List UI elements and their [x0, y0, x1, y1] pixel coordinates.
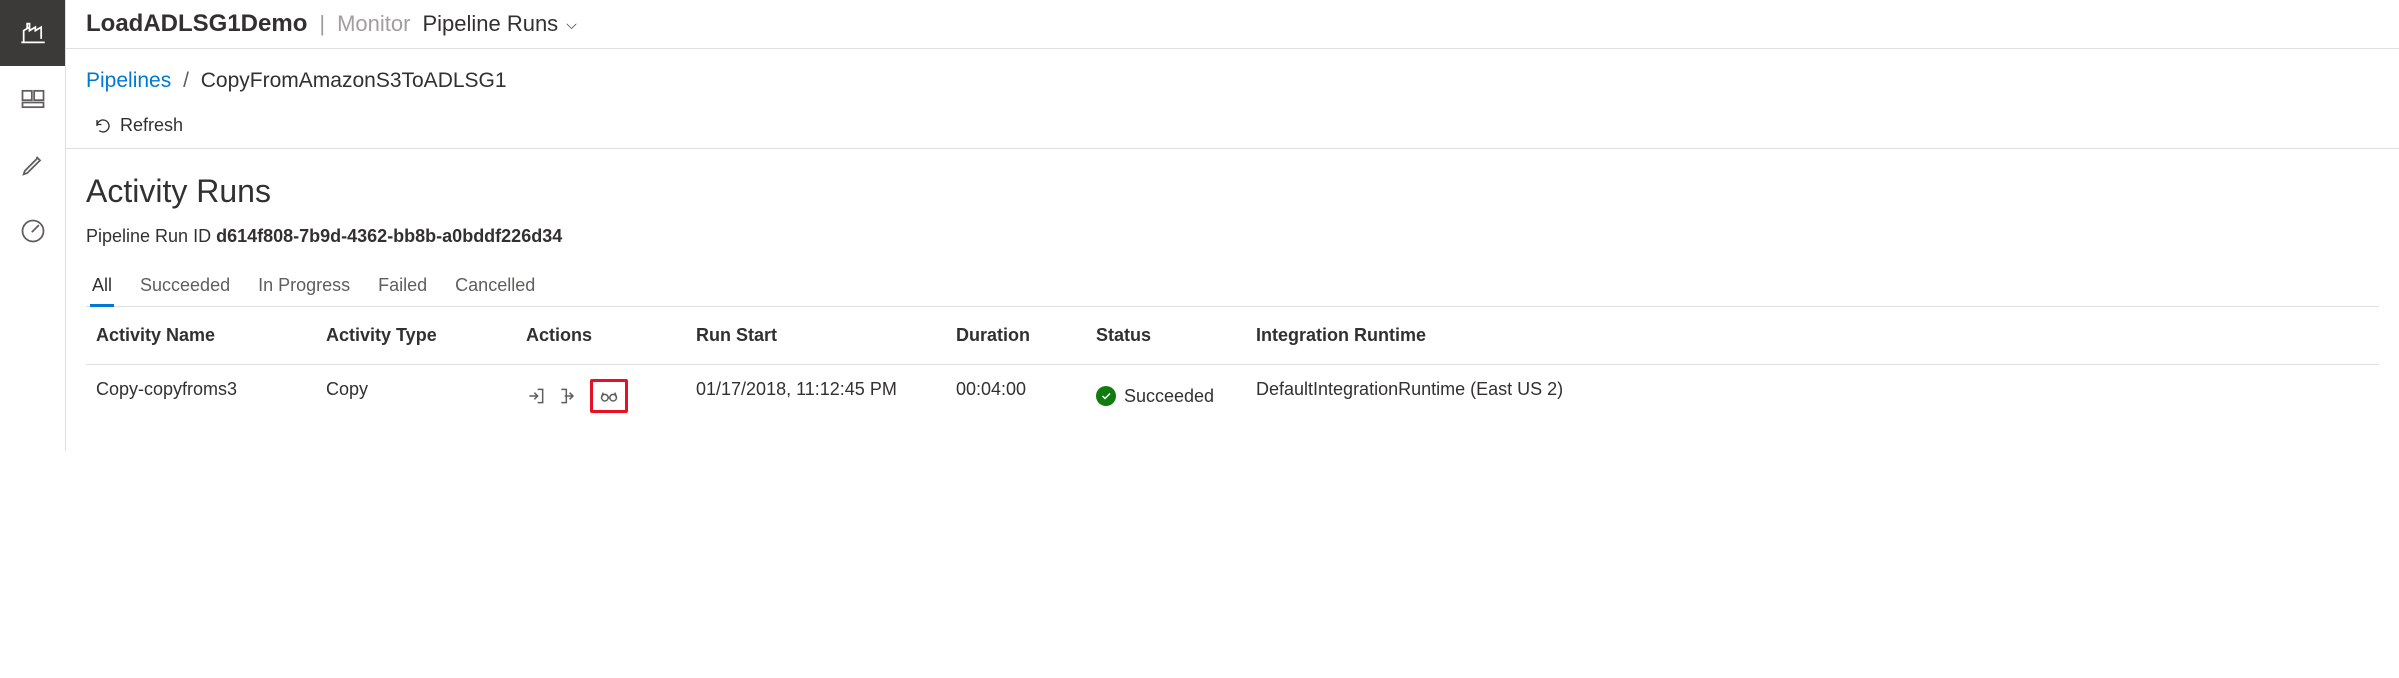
sidebar	[0, 0, 66, 451]
sidebar-item-overview[interactable]	[0, 66, 65, 132]
cell-actions	[526, 379, 696, 413]
pencil-icon	[19, 151, 47, 179]
cell-run-start: 01/17/2018, 11:12:45 PM	[696, 379, 956, 413]
main-content: LoadADLSG1Demo | Monitor Pipeline Runs ⌵…	[66, 0, 2399, 451]
table-header-row: Activity Name Activity Type Actions Run …	[86, 307, 2379, 365]
table-row: Copy-copyfroms3 Copy	[86, 365, 2379, 427]
col-header-activity-type: Activity Type	[326, 325, 526, 346]
refresh-label: Refresh	[120, 115, 183, 136]
sidebar-item-author[interactable]	[0, 132, 65, 198]
check-icon	[1100, 390, 1112, 402]
action-input-icon[interactable]	[526, 386, 546, 406]
sidebar-item-factory[interactable]	[0, 0, 65, 66]
filter-tabs: All Succeeded In Progress Failed Cancell…	[86, 267, 2379, 307]
cell-status: Succeeded	[1096, 379, 1256, 413]
run-id-label: Pipeline Run ID	[86, 226, 211, 246]
cell-activity-type: Copy	[326, 379, 526, 413]
col-header-activity-name: Activity Name	[96, 325, 326, 346]
filter-tab-inprogress[interactable]: In Progress	[256, 267, 352, 307]
col-header-duration: Duration	[956, 325, 1096, 346]
arrow-out-icon	[558, 386, 578, 406]
view-dropdown[interactable]: Pipeline Runs ⌵	[422, 11, 576, 37]
status-success-icon	[1096, 386, 1116, 406]
sidebar-item-monitor[interactable]	[0, 198, 65, 264]
filter-tab-all[interactable]: All	[90, 267, 114, 307]
chevron-down-icon: ⌵	[566, 16, 577, 33]
arrow-in-icon	[526, 386, 546, 406]
col-header-actions: Actions	[526, 325, 696, 346]
filter-tab-failed[interactable]: Failed	[376, 267, 429, 307]
page-header: LoadADLSG1Demo | Monitor Pipeline Runs ⌵	[66, 0, 2399, 49]
cell-integration-runtime: DefaultIntegrationRuntime (East US 2)	[1256, 379, 2369, 413]
run-id-line: Pipeline Run ID d614f808-7b9d-4362-bb8b-…	[86, 226, 2379, 247]
resource-title: LoadADLSG1Demo	[86, 10, 307, 38]
refresh-icon	[94, 117, 112, 135]
refresh-button[interactable]: Refresh	[94, 115, 183, 136]
filter-tab-cancelled[interactable]: Cancelled	[453, 267, 537, 307]
breadcrumb-current: CopyFromAmazonS3ToADLSG1	[201, 69, 507, 92]
content-area: Activity Runs Pipeline Run ID d614f808-7…	[66, 149, 2399, 451]
breadcrumb-separator: /	[183, 69, 189, 92]
action-output-icon[interactable]	[558, 386, 578, 406]
overview-icon	[19, 85, 47, 113]
page-title: Activity Runs	[86, 173, 2379, 210]
cell-activity-name: Copy-copyfroms3	[96, 379, 326, 413]
gauge-icon	[19, 217, 47, 245]
filter-tab-succeeded[interactable]: Succeeded	[138, 267, 232, 307]
col-header-status: Status	[1096, 325, 1256, 346]
col-header-run-start: Run Start	[696, 325, 956, 346]
factory-icon	[19, 19, 47, 47]
header-section: Monitor	[337, 11, 410, 37]
breadcrumb-pipelines-link[interactable]: Pipelines	[86, 69, 171, 92]
col-header-runtime: Integration Runtime	[1256, 325, 2369, 346]
header-divider: |	[319, 11, 325, 37]
glasses-icon	[599, 386, 619, 406]
activity-runs-table: Activity Name Activity Type Actions Run …	[86, 307, 2379, 427]
view-dropdown-label: Pipeline Runs	[422, 11, 558, 37]
status-text: Succeeded	[1124, 386, 1214, 407]
run-id-value: d614f808-7b9d-4362-bb8b-a0bddf226d34	[216, 226, 562, 246]
breadcrumb: Pipelines / CopyFromAmazonS3ToADLSG1	[66, 49, 2399, 103]
cell-duration: 00:04:00	[956, 379, 1096, 413]
toolbar: Refresh	[66, 103, 2399, 149]
action-details-icon[interactable]	[590, 379, 628, 413]
